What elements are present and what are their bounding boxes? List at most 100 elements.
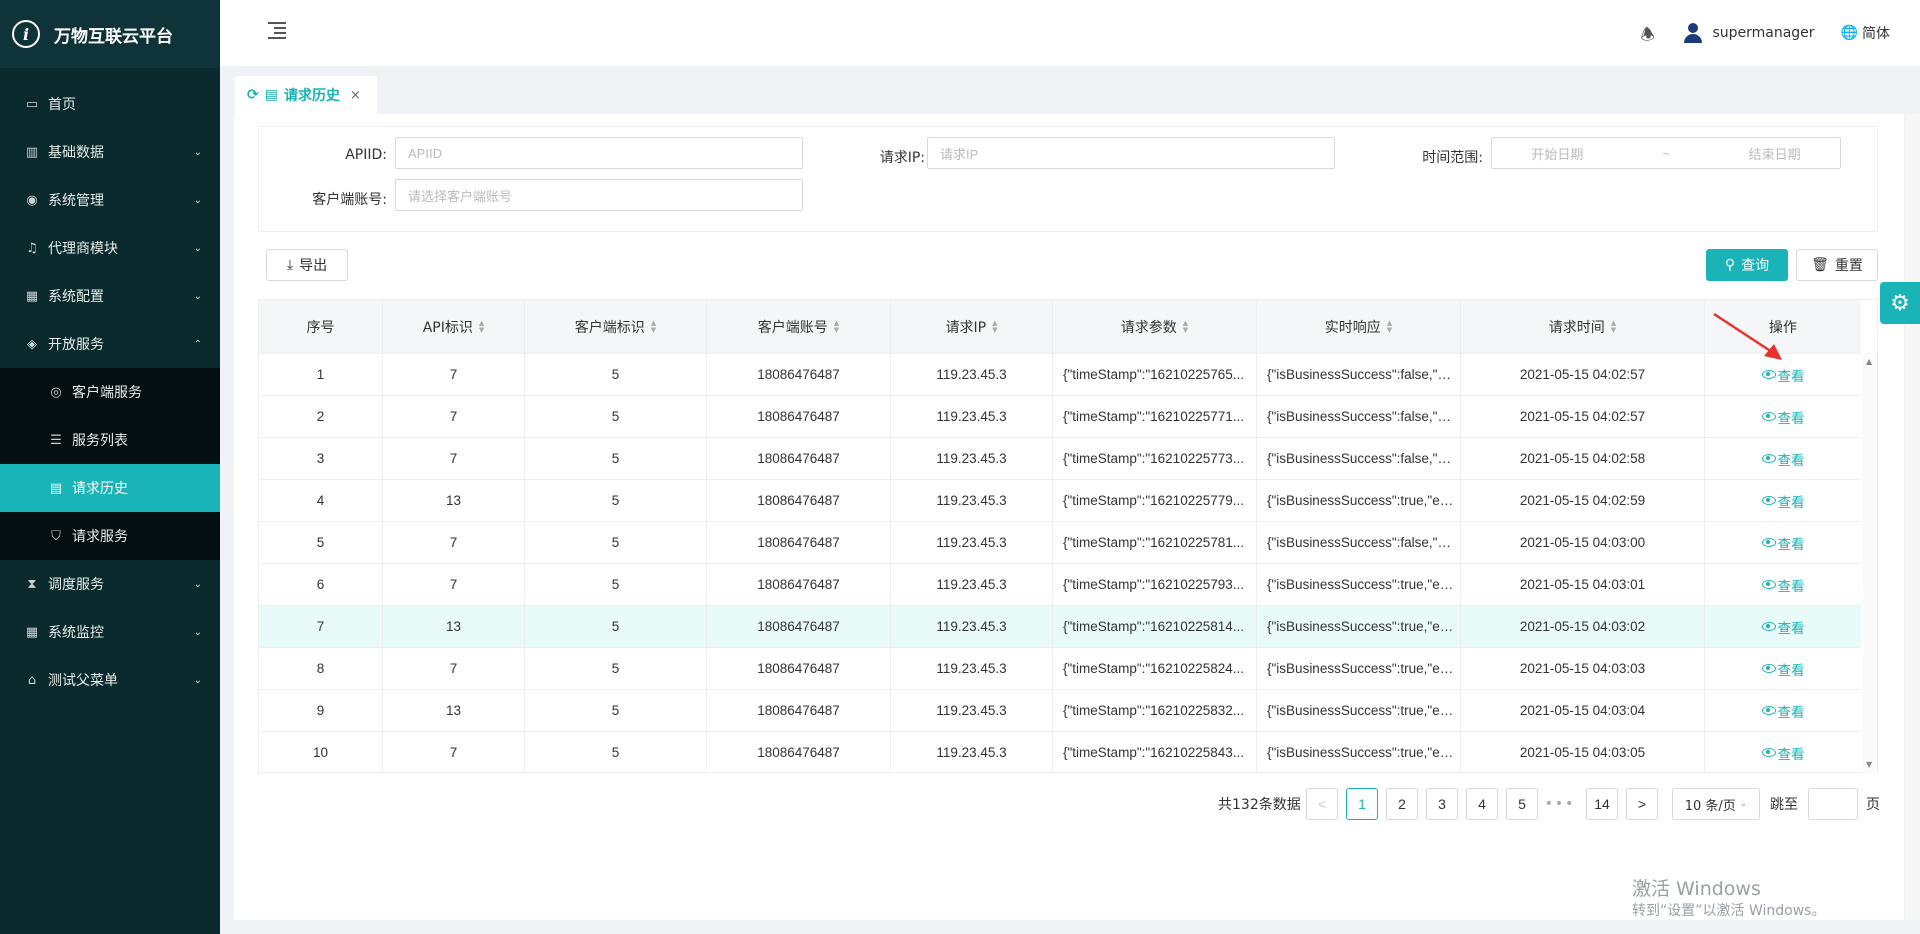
- page-last[interactable]: 14: [1586, 788, 1618, 820]
- page-scrollbar[interactable]: [1906, 114, 1920, 920]
- close-icon[interactable]: ×: [350, 88, 361, 103]
- view-link[interactable]: 查看: [1761, 743, 1805, 763]
- table-cell: {"isBusinessSuccess":false,"b...: [1257, 522, 1461, 563]
- jump-page-input[interactable]: [1808, 788, 1858, 820]
- next-page-button[interactable]: >: [1626, 788, 1658, 820]
- view-link[interactable]: 查看: [1761, 659, 1805, 679]
- menu-fold-icon[interactable]: [268, 22, 288, 40]
- sort-icon[interactable]: ▲ ▼: [1611, 319, 1616, 334]
- sort-icon[interactable]: ▲ ▼: [651, 319, 656, 334]
- date-range-picker[interactable]: 开始日期 ~ 结束日期: [1491, 137, 1841, 169]
- apiid-input[interactable]: APIID: [395, 137, 803, 169]
- page-1-button[interactable]: 1: [1346, 788, 1378, 820]
- eye-icon: [1761, 706, 1776, 715]
- view-link[interactable]: 查看: [1761, 407, 1805, 427]
- action-cell: 查看: [1705, 480, 1861, 521]
- query-button[interactable]: ⚲ 查询: [1706, 249, 1788, 281]
- language-switch[interactable]: 🌐 简体: [1841, 23, 1890, 43]
- sidebar-item-grid[interactable]: ▦ 系统配置 ⌄: [0, 272, 220, 320]
- page-size-select[interactable]: 10 条/页 ⌄: [1672, 788, 1760, 820]
- sort-icon[interactable]: ▲ ▼: [1387, 319, 1392, 334]
- sidebar-item-camera[interactable]: ◉ 系统管理 ⌄: [0, 176, 220, 224]
- sidebar-item-bank[interactable]: ⌂ 测试父菜单 ⌄: [0, 656, 220, 704]
- view-link[interactable]: 查看: [1761, 701, 1805, 721]
- page-4-button[interactable]: 4: [1466, 788, 1498, 820]
- view-link[interactable]: 查看: [1761, 575, 1805, 595]
- sidebar-item-shield[interactable]: ⛉ 请求服务: [0, 512, 220, 560]
- table-cell: 2021-05-15 04:03:00: [1461, 522, 1705, 563]
- page-5-button[interactable]: 5: [1506, 788, 1538, 820]
- sidebar-item-label: 系统配置: [48, 289, 104, 305]
- table-cell: 119.23.45.3: [891, 354, 1053, 395]
- page-3-button[interactable]: 3: [1426, 788, 1458, 820]
- account-select[interactable]: 请选择客户端账号: [395, 179, 803, 211]
- brand[interactable]: i 万物互联云平台: [0, 0, 220, 68]
- column-header[interactable]: API标识 ▲ ▼: [383, 300, 525, 353]
- view-link[interactable]: 查看: [1761, 365, 1805, 385]
- view-link[interactable]: 查看: [1761, 491, 1805, 511]
- table-cell: 119.23.45.3: [891, 396, 1053, 437]
- username: supermanager: [1712, 25, 1815, 41]
- column-header[interactable]: 实时响应 ▲ ▼: [1257, 300, 1461, 353]
- page-2-button[interactable]: 2: [1386, 788, 1418, 820]
- table-cell: {"timeStamp":"16210225824...: [1053, 648, 1257, 689]
- ip-input[interactable]: 请求IP: [927, 137, 1335, 169]
- scroll-down-icon[interactable]: ▼: [1866, 760, 1872, 769]
- sidebar-item-calendar[interactable]: ▭ 首页: [0, 80, 220, 128]
- sidebar-item-list[interactable]: ☰ 服务列表: [0, 416, 220, 464]
- pagination-ellipsis[interactable]: •••: [1544, 788, 1576, 820]
- sidebar-item-bell[interactable]: ♫ 代理商模块 ⌄: [0, 224, 220, 272]
- table-cell: 2021-05-15 04:03:02: [1461, 606, 1705, 647]
- column-header[interactable]: 请求参数 ▲ ▼: [1053, 300, 1257, 353]
- column-header[interactable]: 客户端账号 ▲ ▼: [707, 300, 891, 353]
- scroll-up-icon[interactable]: ▲: [1866, 357, 1872, 366]
- sort-icon[interactable]: ▲ ▼: [992, 319, 997, 334]
- cell-value: 5: [611, 745, 620, 760]
- column-header[interactable]: 请求IP ▲ ▼: [891, 300, 1053, 353]
- column-header[interactable]: 请求时间 ▲ ▼: [1461, 300, 1705, 353]
- page-size-label: 10 条/页: [1684, 798, 1736, 814]
- table-cell: 2021-05-15 04:03:05: [1461, 732, 1705, 773]
- sort-icon[interactable]: ▲ ▼: [834, 319, 839, 334]
- range-separator: ~: [1662, 145, 1670, 161]
- end-date-input[interactable]: 结束日期: [1749, 144, 1801, 163]
- sidebar-item-monitor[interactable]: ▦ 系统监控 ⌄: [0, 608, 220, 656]
- table-cell: {"isBusinessSuccess":false,"b...: [1257, 396, 1461, 437]
- column-header-label: 实时响应: [1324, 319, 1381, 336]
- cell-value: 7: [449, 661, 458, 676]
- sort-icon[interactable]: ▲ ▼: [1183, 319, 1188, 334]
- prev-page-button[interactable]: <: [1306, 788, 1338, 820]
- sidebar-item-barcode[interactable]: ▥ 基础数据 ⌄: [0, 128, 220, 176]
- table-body: 1 7 5 18086476487 119.23.45.3 {"timeStamp":"1…: [259, 353, 1861, 773]
- column-header[interactable]: 客户端标识 ▲ ▼: [525, 300, 707, 353]
- sort-icon[interactable]: ▲ ▼: [479, 319, 484, 334]
- table-row: 7 13 5 18086476487 119.23.45.3 {"timeStamp":"…: [259, 605, 1861, 647]
- tab-request-history[interactable]: ⟳ ▤ 请求历史 ×: [235, 76, 377, 114]
- sidebar-item-target[interactable]: ◎ 客户端服务: [0, 368, 220, 416]
- settings-gear-icon[interactable]: ⚙: [1880, 282, 1920, 324]
- sidebar-item-hourglass[interactable]: ⧗ 调度服务 ⌄: [0, 560, 220, 608]
- bell-icon[interactable]: 🕭: [1640, 24, 1658, 44]
- view-link[interactable]: 查看: [1761, 449, 1805, 469]
- refresh-icon[interactable]: ⟳: [247, 87, 259, 103]
- table-row: 2 7 5 18086476487 119.23.45.3 {"timeStamp":"1…: [259, 395, 1861, 437]
- page-suffix: 页: [1866, 797, 1880, 813]
- view-link[interactable]: 查看: [1761, 617, 1805, 637]
- reset-button[interactable]: 🗑 重置: [1796, 249, 1878, 281]
- start-date-input[interactable]: 开始日期: [1531, 144, 1583, 163]
- sidebar-item-label: 调度服务: [48, 577, 104, 593]
- sidebar-item-tag[interactable]: ◈ 开放服务 ⌃: [0, 320, 220, 368]
- sidebar-item-label: 请求历史: [72, 481, 128, 497]
- user-menu[interactable]: supermanager: [1684, 23, 1815, 43]
- target-icon: ◎: [50, 384, 62, 400]
- export-button[interactable]: ⤓ 导出: [266, 249, 348, 281]
- column-header-label: 序号: [306, 319, 335, 336]
- table-scrollbar[interactable]: ▲ ▼: [1863, 353, 1877, 773]
- sidebar-item-calc[interactable]: ▤ 请求历史: [0, 464, 220, 512]
- sidebar-item-label: 首页: [48, 97, 76, 113]
- view-link[interactable]: 查看: [1761, 533, 1805, 553]
- view-label: 查看: [1777, 452, 1805, 468]
- view-label: 查看: [1777, 662, 1805, 678]
- table-cell: 7: [383, 438, 525, 479]
- cell-value: 6: [316, 577, 325, 592]
